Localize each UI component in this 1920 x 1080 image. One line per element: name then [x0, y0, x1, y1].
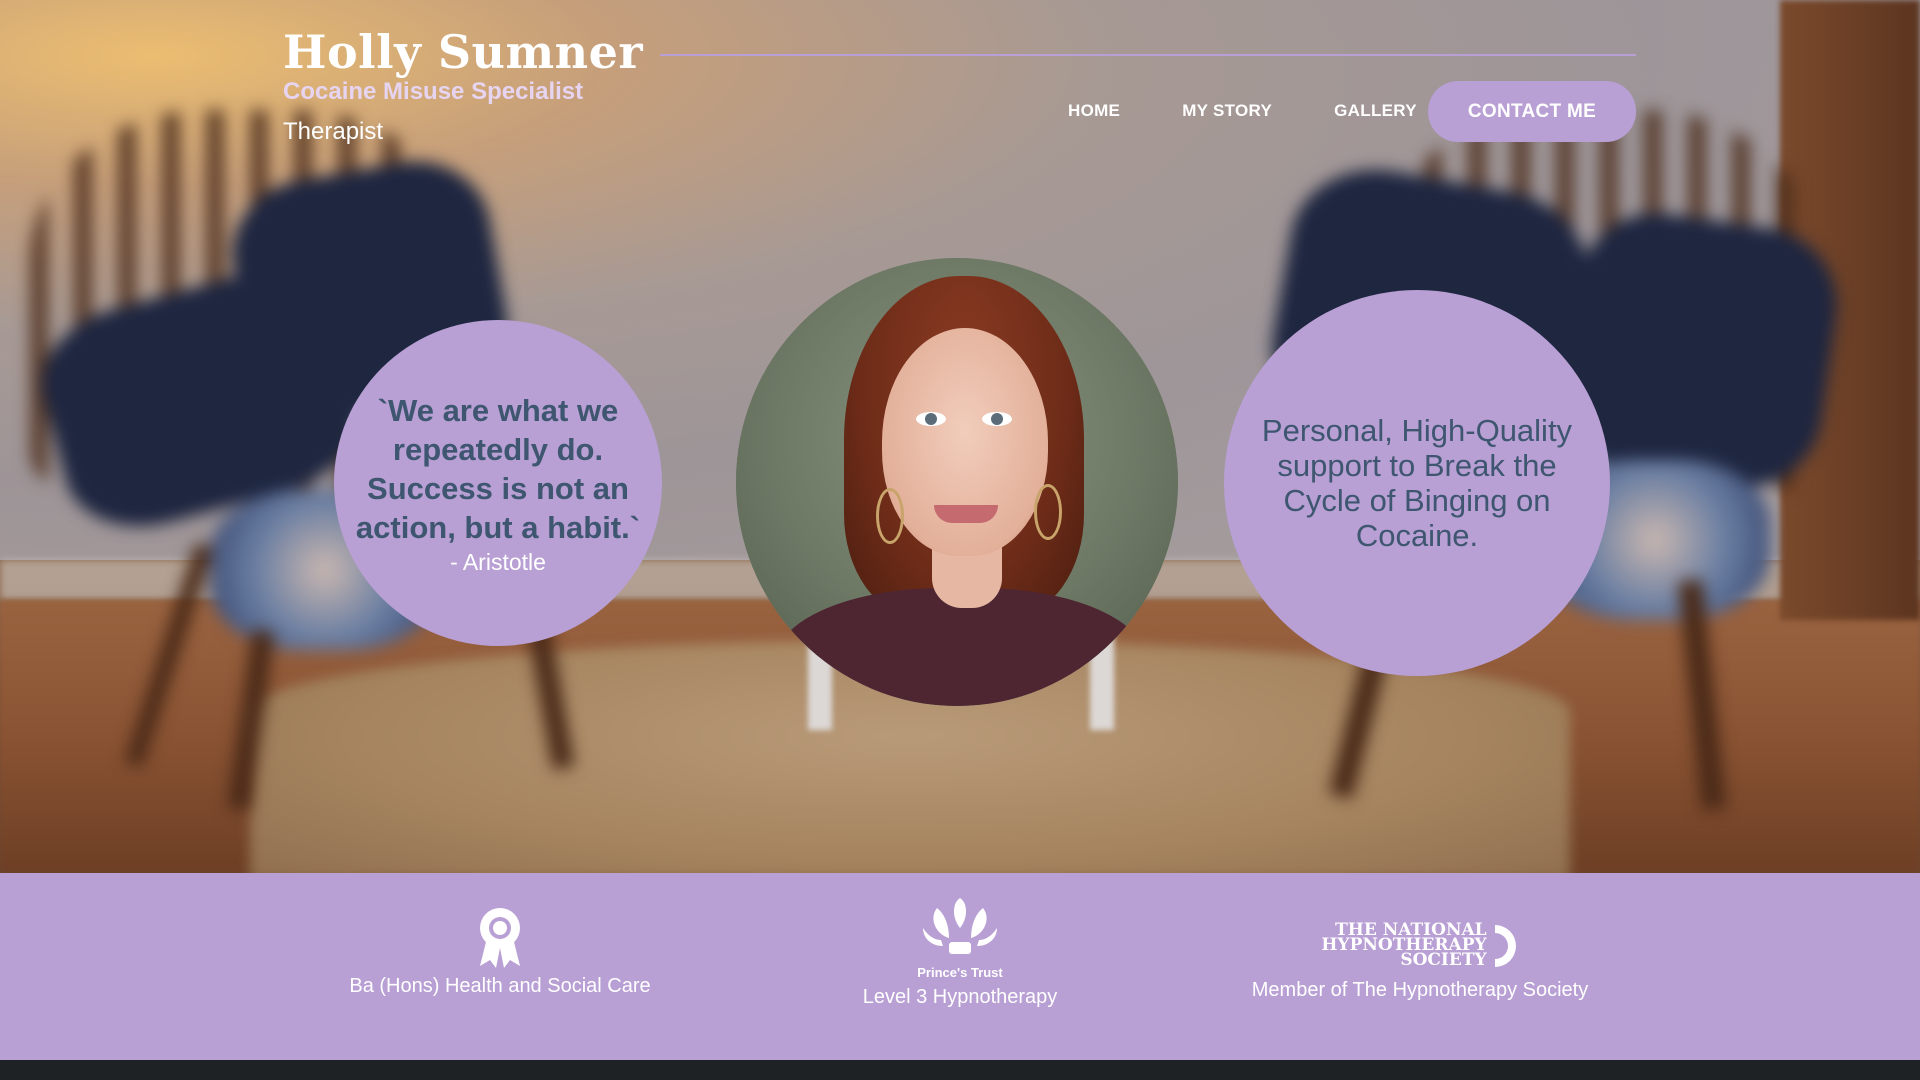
- quote-author: - Aristotle: [450, 548, 546, 575]
- logo-line: SOCIETY: [1400, 950, 1487, 970]
- profile-photo: [736, 258, 1178, 706]
- header-divider: [660, 54, 1636, 56]
- credential-degree: Ba (Hons) Health and Social Care: [340, 906, 660, 998]
- tagline-text: Personal, High-Quality support to Break …: [1261, 413, 1573, 553]
- princes-trust-logo-text: Prince's Trust: [917, 965, 1003, 980]
- princes-trust-feathers-icon: [923, 898, 997, 954]
- credential-princes-trust: Prince's Trust Level 3 Hypnotherapy: [810, 894, 1110, 1009]
- crescent-icon: [1494, 924, 1516, 967]
- contact-me-button[interactable]: CONTACT ME: [1428, 81, 1636, 142]
- bottom-bar: [0, 1060, 1920, 1080]
- credential-label: Level 3 Hypnotherapy: [862, 986, 1058, 1008]
- national-hypnotherapy-society-logo: THE NATIONAL HYPNOTHERAPY SOCIETY: [1321, 922, 1518, 970]
- site-title[interactable]: Holly Sumner: [283, 25, 643, 79]
- nav-item-my-story[interactable]: MY STORY: [1182, 101, 1272, 121]
- credential-label: Member of The Hypnotherapy Society: [1251, 978, 1589, 1001]
- site-role: Therapist: [283, 118, 384, 145]
- award-ribbon-icon: [480, 908, 520, 968]
- tagline-circle: Personal, High-Quality support to Break …: [1224, 290, 1610, 676]
- nav-item-gallery[interactable]: GALLERY: [1334, 101, 1417, 121]
- quote-circle: `We are what we repeatedly do. Success i…: [334, 320, 662, 646]
- credential-label: Ba (Hons) Health and Social Care: [349, 975, 651, 997]
- main-nav: HOME MY STORY GALLERY: [1040, 80, 1479, 142]
- quote-text: `We are what we repeatedly do. Success i…: [355, 392, 641, 545]
- site-subtitle: Cocaine Misuse Specialist: [283, 78, 584, 105]
- nav-item-home[interactable]: HOME: [1068, 101, 1120, 121]
- credential-hypnotherapy-society: THE NATIONAL HYPNOTHERAPY SOCIETY Member…: [1230, 922, 1610, 1002]
